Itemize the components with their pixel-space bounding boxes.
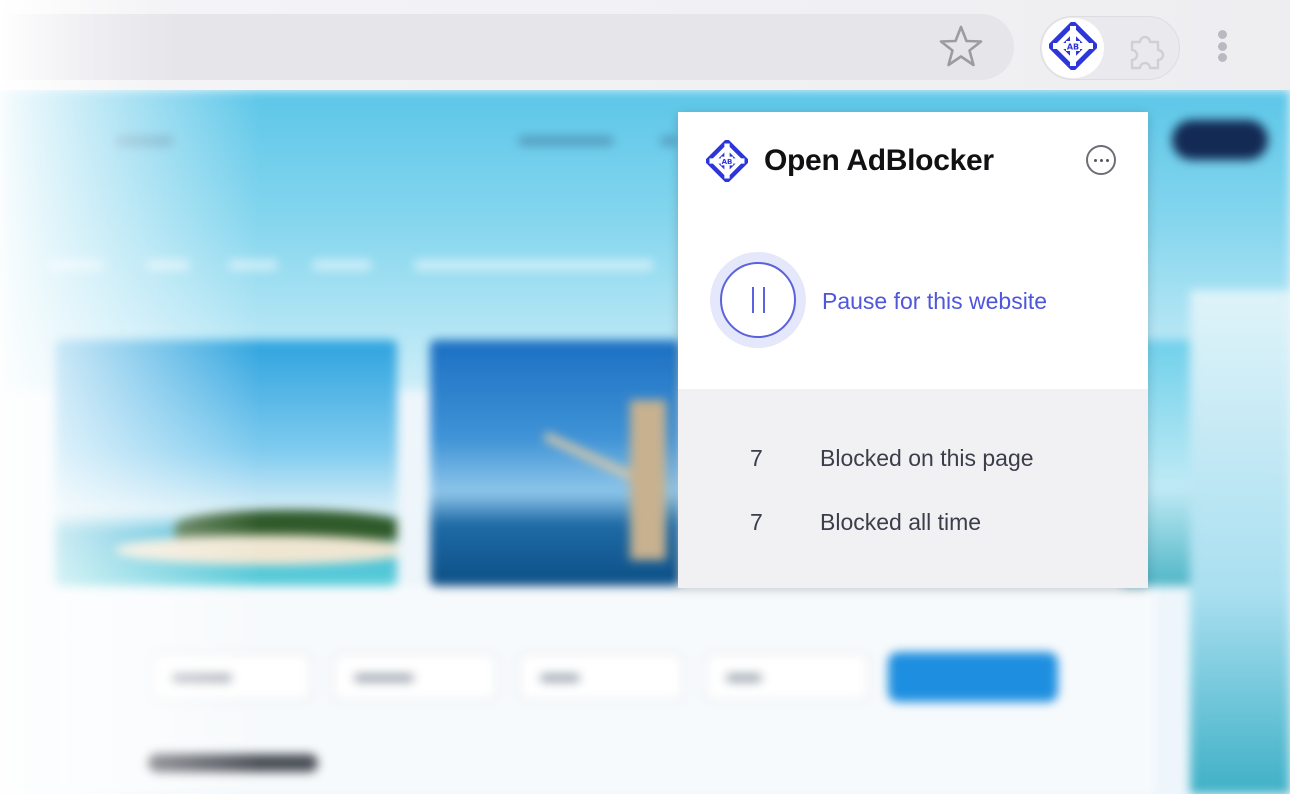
pause-button[interactable] — [720, 262, 796, 338]
popup-header: AB Open AdBlocker — [678, 112, 1148, 212]
blocked-all-time-label: Blocked all time — [820, 509, 982, 535]
blurred-search-button — [888, 652, 1058, 702]
destination-card-image — [430, 340, 680, 586]
pause-for-website-link[interactable]: Pause for this website — [822, 288, 1047, 315]
popup-title: Open AdBlocker — [764, 144, 994, 177]
svg-text:AB: AB — [722, 158, 733, 166]
puzzle-icon[interactable] — [1122, 26, 1168, 72]
pause-row: Pause for this website — [678, 244, 1148, 354]
blocked-page-label: Blocked on this page — [820, 445, 1034, 471]
blurred-select — [332, 652, 498, 702]
adblocker-logo-icon: AB — [704, 138, 750, 184]
blurred-input — [704, 652, 870, 702]
address-bar[interactable] — [0, 14, 1014, 80]
pause-icon — [751, 287, 754, 313]
open-adblocker-extension-button[interactable]: AB — [1042, 18, 1104, 78]
blocked-stats: 7 Blocked on this page 7 Blocked all tim… — [678, 389, 1148, 588]
blocked-all-time-count: 7 — [750, 509, 763, 535]
blurred-select — [518, 652, 684, 702]
svg-text:AB: AB — [1067, 42, 1079, 51]
stat-row-all-time: 7 Blocked all time — [678, 503, 1148, 543]
browser-toolbar: AB — [0, 0, 1290, 90]
blurred-signin-button — [1172, 120, 1268, 160]
star-icon[interactable] — [936, 22, 986, 72]
stat-row-page: 7 Blocked on this page — [678, 439, 1148, 479]
adblocker-logo-icon: AB — [1046, 19, 1100, 75]
adblocker-popup: AB Open AdBlocker Pause for this website… — [678, 112, 1148, 588]
more-options-button[interactable] — [1086, 145, 1116, 175]
more-horizontal-icon — [1093, 158, 1097, 162]
vertical-dots-icon[interactable] — [1210, 26, 1234, 66]
blocked-page-count: 7 — [750, 445, 763, 471]
